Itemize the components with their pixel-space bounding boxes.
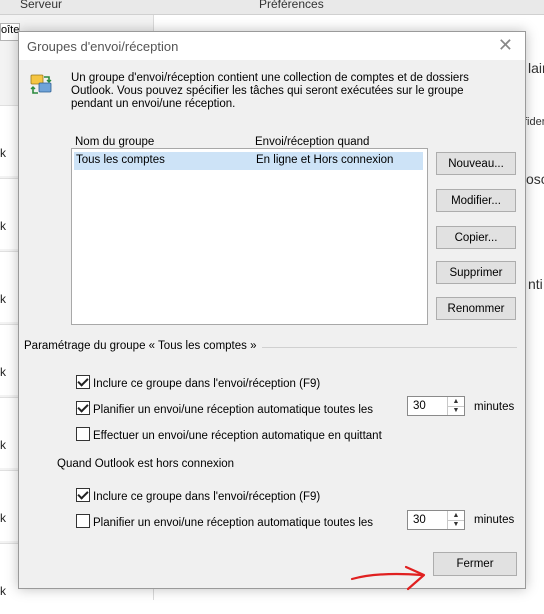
online-schedule-label: Planifier un envoi/une réception automat… [93, 404, 374, 416]
offline-include-option[interactable]: Inclure ce groupe dans l'envoi/réception… [76, 488, 320, 503]
send-receive-groups-icon [30, 74, 52, 94]
offline-minutes-label: minutes [474, 514, 515, 526]
background-text-1: lair [528, 60, 544, 76]
send-receive-groups-dialog: Groupes d'envoi/réception ✕ Un groupe d'… [18, 31, 526, 589]
online-schedule-option[interactable]: Planifier un envoi/une réception automat… [76, 401, 373, 416]
offline-minutes-value[interactable]: 30 [413, 514, 426, 526]
offline-schedule-option[interactable]: Planifier un envoi/une réception automat… [76, 514, 373, 529]
dialog-description: Un groupe d'envoi/réception contient une… [71, 72, 469, 110]
online-include-label: Inclure ce groupe dans l'envoi/réception… [93, 378, 321, 390]
offline-section-label: Quand Outlook est hors connexion [57, 458, 235, 470]
offline-schedule-label: Planifier un envoi/une réception automat… [93, 517, 374, 529]
group-when-cell: En ligne et Hors connexion [256, 154, 394, 166]
groups-list[interactable]: Tous les comptes En ligne et Hors connex… [71, 148, 428, 325]
online-minutes-label: minutes [474, 401, 515, 413]
red-arrow-icon [350, 565, 426, 591]
dialog-titlebar: Groupes d'envoi/réception ✕ [19, 32, 525, 60]
tab-preferences[interactable]: Préférences [259, 0, 324, 11]
close-icon[interactable]: ✕ [498, 35, 513, 55]
exit-option[interactable]: Effectuer un envoi/une réception automat… [76, 427, 382, 442]
spin-buttons: ▲ ▼ [447, 511, 464, 529]
close-button[interactable]: Fermer [433, 552, 517, 576]
offline-include-checkbox[interactable] [76, 488, 90, 502]
dialog-title: Groupes d'envoi/réception [27, 39, 179, 54]
online-schedule-checkbox[interactable] [76, 401, 90, 415]
background-text-4: nti [528, 276, 543, 292]
chevron-down-icon[interactable]: ▼ [448, 520, 464, 529]
rename-button[interactable]: Renommer [436, 297, 516, 320]
copy-button[interactable]: Copier... [436, 226, 516, 249]
edit-button[interactable]: Modifier... [436, 189, 516, 212]
background-tab-bar: Serveur Préférences [0, 0, 544, 15]
exit-label: Effectuer un envoi/une réception automat… [93, 430, 382, 442]
column-header-send-receive-when: Envoi/réception quand [255, 136, 370, 148]
tab-serveur[interactable]: Serveur [20, 0, 62, 11]
online-include-checkbox[interactable] [76, 375, 90, 389]
column-header-group-name: Nom du groupe [75, 136, 155, 148]
list-item[interactable]: Tous les comptes En ligne et Hors connex… [74, 152, 423, 170]
background-text-3: osc [526, 171, 544, 187]
online-schedule-minutes-stepper[interactable]: 30 ▲ ▼ [407, 396, 465, 416]
chevron-down-icon[interactable]: ▼ [448, 406, 464, 415]
new-button[interactable]: Nouveau... [436, 152, 516, 175]
exit-checkbox[interactable] [76, 427, 90, 441]
group-settings-label: Paramétrage du groupe « Tous les comptes… [24, 340, 263, 352]
spin-buttons: ▲ ▼ [447, 397, 464, 415]
delete-button[interactable]: Supprimer [436, 261, 516, 284]
offline-schedule-minutes-stepper[interactable]: 30 ▲ ▼ [407, 510, 465, 530]
offline-include-label: Inclure ce groupe dans l'envoi/réception… [93, 491, 321, 503]
background-folder-box: oîte [0, 23, 20, 41]
group-name-cell: Tous les comptes [76, 154, 165, 166]
online-include-option[interactable]: Inclure ce groupe dans l'envoi/réception… [76, 375, 320, 390]
online-minutes-value[interactable]: 30 [413, 400, 426, 412]
offline-schedule-checkbox[interactable] [76, 514, 90, 528]
background-text-2: fider [524, 116, 544, 128]
